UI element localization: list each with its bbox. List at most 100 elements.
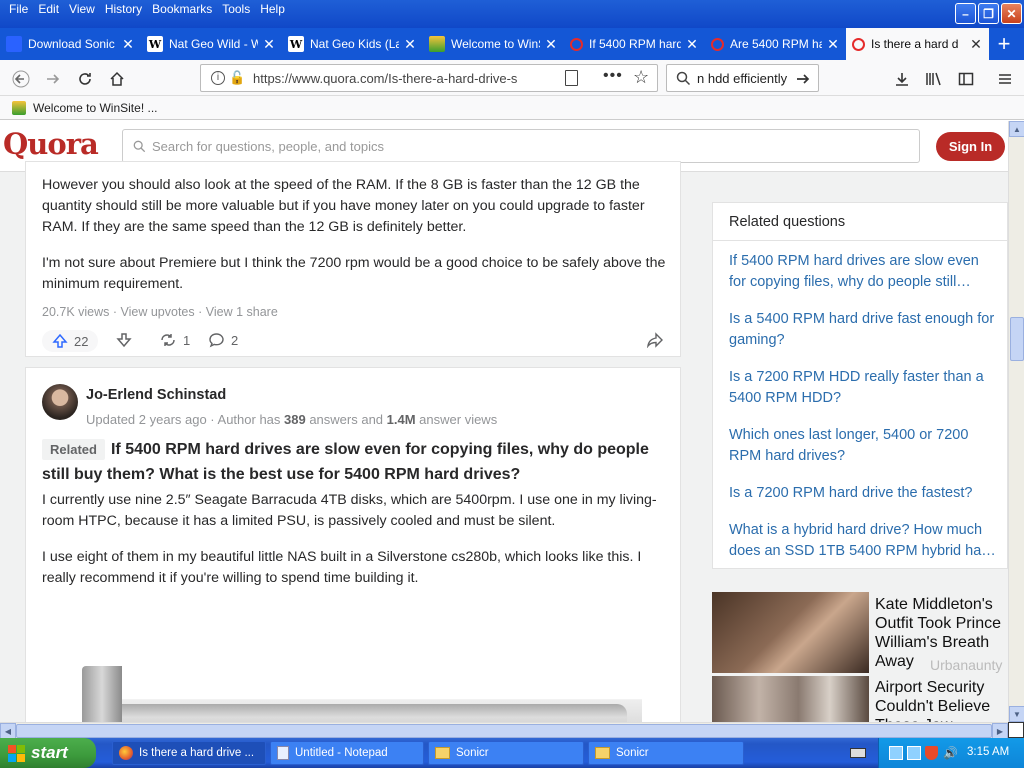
close-tab-icon[interactable]: ✕ [685,36,699,53]
scroll-right-icon[interactable]: ▶ [992,723,1008,739]
taskbar-item-firefox[interactable]: Is there a hard drive ... [112,741,266,765]
vertical-scrollbar[interactable]: ▲ ▼ [1008,121,1024,722]
downloads-icon[interactable] [889,66,915,92]
sidebar-toggle-icon[interactable] [953,66,979,92]
author-name[interactable]: Jo-Erlend Schinstad [86,387,226,403]
clock[interactable]: 3:15 AM [967,746,1009,758]
quora-icon [711,37,724,51]
taskbar-item-sonicr[interactable]: Sonicr [428,741,584,765]
ad-headline[interactable]: Airport Security Couldn't Believe These … [875,678,1008,722]
new-tab-plus-icon[interactable]: + [989,28,1019,60]
menu-bookmarks[interactable]: Bookmarks [147,1,217,17]
taskbar-item-label: Untitled - Notepad [295,747,388,759]
close-tab-icon[interactable]: ✕ [969,36,983,53]
folder-icon [435,747,450,759]
forward-arrow-icon[interactable] [40,66,66,92]
ad-image[interactable] [712,592,869,673]
start-button[interactable]: start [0,738,96,768]
scroll-thumb[interactable] [1010,317,1024,361]
answer-meta[interactable]: 20.7K views · View upvotes · View 1 shar… [42,305,278,319]
related-question-title[interactable]: If 5400 RPM hard drives are slow even fo… [42,441,649,483]
scroll-up-icon[interactable]: ▲ [1009,121,1024,137]
tab-4[interactable]: If 5400 RPM hard ✕ [564,28,705,60]
scroll-left-icon[interactable]: ◀ [0,723,16,739]
system-tray: 🔊 3:15 AM [878,738,1024,768]
related-question-link[interactable]: Is a 7200 RPM HDD really faster than a 5… [729,367,997,409]
minimize-icon[interactable]: – [955,3,976,24]
downvote-arrow-icon [116,333,132,348]
bookmark-star-icon[interactable]: ☆ [633,67,649,88]
url-text[interactable]: https://www.quora.com/Is-there-a-hard-dr… [253,71,533,86]
volume-icon[interactable]: 🔊 [943,746,958,760]
sign-in-button[interactable]: Sign In [936,132,1005,161]
tab-2[interactable]: W Nat Geo Kids (Lat ✕ [282,28,423,60]
downvote-button[interactable] [116,332,132,348]
search-go-arrow-icon[interactable] [795,71,811,87]
close-tab-icon[interactable]: ✕ [262,36,276,53]
related-question-link[interactable]: Is a 5400 RPM hard drive fast enough for… [729,309,997,351]
bookmark-winsite[interactable]: Welcome to WinSite! ... [33,101,157,115]
library-icon[interactable] [921,66,947,92]
menu-tools[interactable]: Tools [217,1,255,17]
firefox-icon [119,746,133,760]
taskbar-item-sonicr[interactable]: Sonicr [588,741,744,765]
info-icon[interactable]: i [211,71,225,85]
hamburger-menu-icon[interactable] [992,66,1018,92]
home-icon[interactable] [104,66,130,92]
comment-button[interactable]: 2 [208,332,238,348]
tab-5[interactable]: Are 5400 RPM ha ✕ [705,28,846,60]
share-reshare-button[interactable]: 1 [159,332,190,348]
menu-history[interactable]: History [100,1,147,17]
upvote-count: 22 [74,333,89,349]
taskbar-item-notepad[interactable]: Untitled - Notepad [270,741,424,765]
tab-3[interactable]: Welcome to WinS ✕ [423,28,564,60]
share-button[interactable] [646,332,664,348]
lock-warning-icon[interactable]: 🔓 [229,70,245,86]
upvote-button[interactable]: 22 [42,330,98,352]
close-tab-icon[interactable]: ✕ [544,36,558,53]
close-icon[interactable]: ✕ [1001,3,1022,24]
quora-search-placeholder: Search for questions, people, and topics [152,138,384,154]
author-avatar[interactable] [42,384,78,420]
more-actions-icon[interactable]: ••• [603,67,623,85]
menu-file[interactable]: File [4,1,33,17]
scroll-down-icon[interactable]: ▼ [1009,706,1024,722]
close-tab-icon[interactable]: ✕ [826,36,840,53]
navigation-bar: i 🔓 https://www.quora.com/Is-there-a-har… [0,60,1024,96]
scroll-thumb[interactable] [16,724,992,738]
horizontal-scrollbar[interactable]: ◀ ▶ [0,722,1008,739]
tab-6[interactable]: Is there a hard d ✕ [846,28,989,60]
related-question-link[interactable]: Is a 7200 RPM hard drive the fastest? [729,483,997,504]
menu-view[interactable]: View [64,1,100,17]
network-icon[interactable] [907,746,921,760]
tab-1[interactable]: W Nat Geo Wild - W ✕ [141,28,282,60]
related-question-link[interactable]: What is a hybrid hard drive? How much do… [729,520,997,562]
answer-photo[interactable] [82,666,642,722]
quora-search-input[interactable]: Search for questions, people, and topics [122,129,920,163]
start-label: start [31,743,68,762]
menu-help[interactable]: Help [255,1,290,17]
close-tab-icon[interactable]: ✕ [403,36,417,53]
search-bar[interactable]: n hdd efficiently [666,64,819,92]
reload-icon[interactable] [72,66,98,92]
answer-paragraph: I'm not sure about Premiere but I think … [42,255,666,292]
ad-image[interactable] [712,676,869,722]
tab-0[interactable]: Download Sonic P ✕ [0,28,141,60]
related-question-block[interactable]: Related If 5400 RPM hard drives are slow … [42,437,666,487]
back-arrow-icon[interactable] [8,66,34,92]
reader-view-icon[interactable] [565,70,578,86]
restore-icon[interactable]: ❐ [978,3,999,24]
menu-edit[interactable]: Edit [33,1,64,17]
sonic-icon [6,36,22,52]
keyboard-icon[interactable] [850,748,866,758]
related-question-link[interactable]: If 5400 RPM hard drives are slow even fo… [729,251,997,293]
search-value[interactable]: n hdd efficiently [697,71,793,86]
security-shield-icon[interactable] [925,746,938,760]
quora-logo[interactable]: Quora [3,127,99,161]
advertisement[interactable]: Kate Middleton's Outfit Took Prince Will… [712,592,1008,722]
close-tab-icon[interactable]: ✕ [121,36,135,53]
url-bar[interactable]: i 🔓 https://www.quora.com/Is-there-a-har… [200,64,658,92]
related-question-link[interactable]: Which ones last longer, 5400 or 7200 RPM… [729,425,997,467]
page-viewport: Quora Search for questions, people, and … [0,121,1008,722]
network-icon[interactable] [889,746,903,760]
